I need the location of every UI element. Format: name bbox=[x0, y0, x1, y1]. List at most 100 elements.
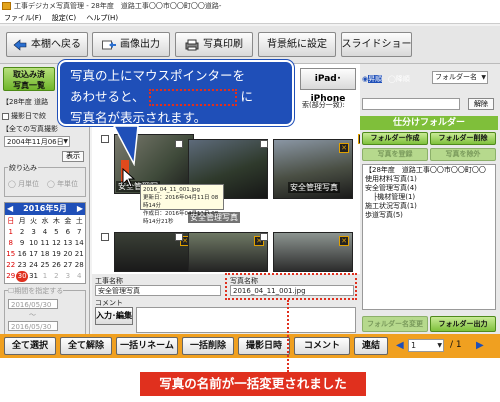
calendar-day[interactable]: 5 bbox=[51, 227, 62, 238]
imported-photos-list-button[interactable]: 取込み済 写真一覧 bbox=[3, 67, 55, 91]
calendar-day[interactable]: 12 bbox=[51, 238, 62, 249]
tooltip-updated: 更新日：2016年04月11日 08時14分 bbox=[143, 195, 219, 209]
comment-field[interactable] bbox=[136, 307, 356, 333]
calendar-day[interactable]: 23 bbox=[16, 260, 27, 271]
calendar-day[interactable]: 1 bbox=[39, 271, 50, 282]
ipad-iphone-button[interactable]: iPad･iPhone bbox=[300, 68, 356, 104]
calendar-day[interactable]: 31 bbox=[28, 271, 39, 282]
search-cancel-button[interactable]: 解除 bbox=[468, 98, 494, 110]
calendar-day[interactable]: 20 bbox=[62, 249, 73, 260]
calendar-day[interactable]: 4 bbox=[39, 227, 50, 238]
shooting-date-checkbox[interactable] bbox=[2, 112, 9, 120]
photo-checkbox[interactable] bbox=[101, 233, 109, 241]
calendar-day[interactable]: 1 bbox=[5, 227, 16, 238]
period-to-field[interactable]: 2016/05/30 bbox=[8, 321, 58, 331]
calendar-day[interactable]: 16 bbox=[16, 249, 27, 260]
calendar-day[interactable]: 3 bbox=[28, 227, 39, 238]
calendar-day[interactable]: 4 bbox=[74, 271, 85, 282]
back-to-bookshelf-button[interactable]: 本棚へ戻る bbox=[6, 32, 88, 57]
next-month-icon[interactable]: ▶ bbox=[77, 203, 83, 215]
shooting-date-filter[interactable]: 撮影日で絞 bbox=[2, 111, 46, 121]
calendar-day[interactable]: 28 bbox=[74, 260, 85, 271]
comment-button[interactable]: コメント bbox=[294, 337, 350, 355]
close-icon[interactable]: ✕ bbox=[339, 236, 349, 246]
photo-thumbnail-3[interactable]: ✕ 安全管理写真 bbox=[260, 139, 353, 199]
work-name-field[interactable]: 安全管理写真 bbox=[95, 285, 221, 296]
calendar-day[interactable]: 30 bbox=[16, 271, 28, 282]
bulk-delete-button[interactable]: 一括削除 bbox=[182, 337, 234, 355]
menu-help[interactable]: ヘルプ(H) bbox=[86, 14, 118, 22]
photo-thumbnail-5[interactable]: ✕ bbox=[175, 232, 268, 272]
calendar-day[interactable]: 7 bbox=[74, 227, 85, 238]
next-page-icon[interactable]: ▶ bbox=[476, 340, 484, 351]
shooting-datetime-button[interactable]: 撮影日時 bbox=[238, 337, 290, 355]
calendar-day[interactable]: 3 bbox=[62, 271, 73, 282]
calendar-day[interactable]: 14 bbox=[74, 238, 85, 249]
calendar-day[interactable]: 2 bbox=[16, 227, 27, 238]
calendar-day[interactable]: 11 bbox=[39, 238, 50, 249]
bulk-rename-button[interactable]: 一括リネーム bbox=[116, 337, 178, 355]
folder-tree-item[interactable]: ├機材管理(1) bbox=[365, 193, 493, 202]
prev-month-icon[interactable]: ◀ bbox=[7, 203, 13, 215]
folder-tree-item[interactable]: 使用材料写真(1) bbox=[365, 175, 493, 184]
photo-print-button[interactable]: 写真印刷 bbox=[175, 32, 253, 57]
photo-thumbnail-6[interactable]: ✕ bbox=[260, 232, 353, 272]
input-edit-button[interactable]: 入力･編集 bbox=[95, 307, 133, 325]
calendar-day[interactable]: 8 bbox=[5, 238, 16, 249]
calendar-day[interactable]: 10 bbox=[28, 238, 39, 249]
calendar-day[interactable]: 13 bbox=[62, 238, 73, 249]
deselect-all-button[interactable]: 全て解除 bbox=[60, 337, 112, 355]
date-select[interactable]: 2004年11月06日 ▼ bbox=[4, 136, 70, 147]
period-from-field[interactable]: 2016/05/30 bbox=[8, 299, 58, 309]
photo-checkbox[interactable] bbox=[260, 140, 268, 148]
menu-file[interactable]: ファイル(F) bbox=[4, 14, 42, 22]
slideshow-button[interactable]: スライドショー bbox=[341, 32, 412, 57]
register-photo-button[interactable]: 写真を登録 bbox=[362, 148, 428, 161]
calendar-day[interactable]: 19 bbox=[51, 249, 62, 260]
image-output-button[interactable]: 画像出力 bbox=[92, 32, 170, 57]
photo-checkbox[interactable] bbox=[175, 233, 183, 241]
select-all-button[interactable]: 全て選択 bbox=[4, 337, 56, 355]
folder-tree-item[interactable]: 施工状況写真(1) bbox=[365, 202, 493, 211]
create-folder-button[interactable]: フォルダー作成 bbox=[362, 132, 428, 145]
photo-name-highlight bbox=[225, 273, 357, 300]
folder-tree-item[interactable]: 【28年度 道路工事〇〇市〇〇町〇〇 bbox=[365, 166, 493, 175]
delete-folder-button[interactable]: フォルダー削除 bbox=[430, 132, 496, 145]
search-input[interactable] bbox=[362, 98, 460, 110]
image-output-icon bbox=[102, 40, 116, 49]
calendar-day[interactable]: 18 bbox=[39, 249, 50, 260]
calendar-day[interactable]: 24 bbox=[28, 260, 39, 271]
radio-ascending[interactable]: ◉昇順 bbox=[362, 74, 383, 84]
link-button[interactable]: 連結 bbox=[354, 337, 388, 355]
radio-by-year[interactable]: ◯ 年単位 bbox=[47, 179, 78, 189]
prev-page-icon[interactable]: ◀ bbox=[396, 340, 404, 351]
page-select[interactable]: 1 ▼ bbox=[408, 339, 444, 352]
sort-select[interactable]: フォルダー名 ▼ bbox=[432, 71, 488, 84]
rename-folder-button[interactable]: フォルダー名変更 bbox=[362, 316, 428, 332]
radio-by-month[interactable]: ◯ 月単位 bbox=[8, 179, 39, 189]
menu-settings[interactable]: 設定(C) bbox=[52, 14, 76, 22]
set-wallpaper-button[interactable]: 背景紙に設定 bbox=[258, 32, 336, 57]
calendar-day[interactable]: 9 bbox=[16, 238, 27, 249]
calendar-day[interactable]: 6 bbox=[62, 227, 73, 238]
photo-checkbox[interactable] bbox=[101, 135, 109, 143]
period-label[interactable]: ☐期間を指定する bbox=[8, 286, 64, 296]
photo-checkbox[interactable] bbox=[175, 140, 183, 148]
calendar-day[interactable]: 25 bbox=[39, 260, 50, 271]
folder-output-button[interactable]: フォルダー出力 bbox=[430, 316, 496, 332]
calendar-day[interactable]: 22 bbox=[5, 260, 16, 271]
show-button[interactable]: 表示 bbox=[62, 151, 84, 162]
radio-descending[interactable]: ◯降順 bbox=[388, 74, 410, 84]
calendar-day[interactable]: 15 bbox=[5, 249, 16, 260]
folder-tree-item[interactable]: 安全管理写真(4) bbox=[365, 184, 493, 193]
calendar-day[interactable]: 29 bbox=[5, 271, 16, 282]
close-icon[interactable]: ✕ bbox=[339, 143, 349, 153]
calendar-day[interactable]: 26 bbox=[51, 260, 62, 271]
calendar-day[interactable]: 2 bbox=[51, 271, 62, 282]
photo-checkbox[interactable] bbox=[260, 233, 268, 241]
remove-photo-button[interactable]: 写真を除外 bbox=[430, 148, 496, 161]
calendar-day[interactable]: 17 bbox=[28, 249, 39, 260]
calendar-day[interactable]: 27 bbox=[62, 260, 73, 271]
calendar-day[interactable]: 21 bbox=[74, 249, 85, 260]
folder-tree-item[interactable]: 歩道写真(5) bbox=[365, 211, 493, 220]
